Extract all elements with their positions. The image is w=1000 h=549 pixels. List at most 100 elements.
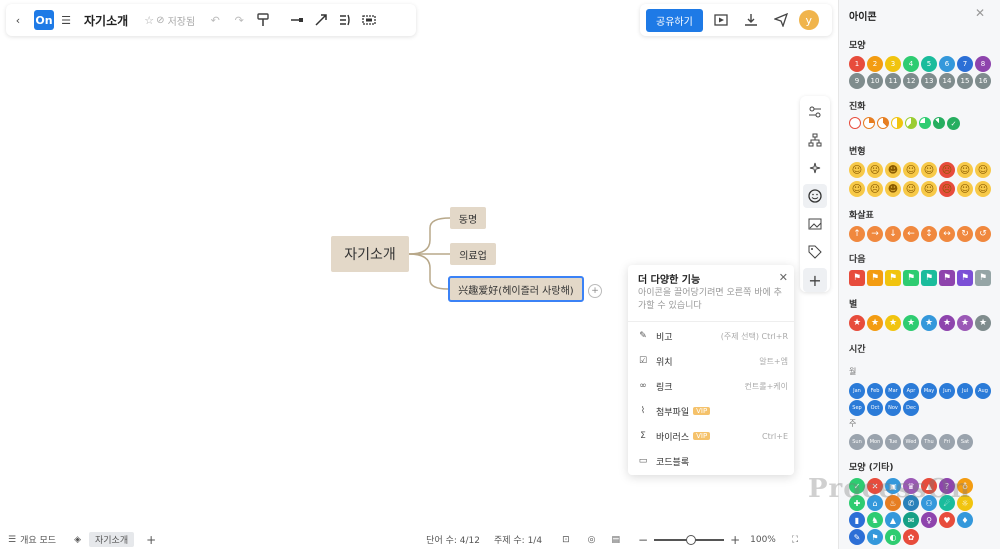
fit-icon[interactable]: ⊡ — [562, 535, 570, 545]
arrow-icon[interactable]: ← — [903, 226, 919, 242]
arrow-icon[interactable]: ↔ — [939, 226, 955, 242]
misc-icon[interactable]: ▮ — [849, 512, 865, 528]
arrow-icon[interactable]: → — [867, 226, 883, 242]
face-icon[interactable]: ☺ — [957, 181, 973, 197]
misc-icon[interactable]: ◐ — [885, 529, 901, 545]
progress-25-icon[interactable] — [863, 117, 875, 129]
month-sep-icon[interactable]: Sep — [849, 400, 865, 416]
face-icon[interactable]: ☺ — [975, 181, 991, 197]
child-topic[interactable]: 동명 — [450, 207, 486, 229]
flag-icon[interactable]: ⚑ — [975, 270, 991, 286]
arrow-icon[interactable]: ↑ — [849, 226, 865, 242]
outline-icon[interactable]: ☰ — [8, 535, 16, 545]
misc-icon[interactable]: ▲ — [885, 512, 901, 528]
number-2-icon[interactable]: 2 — [867, 56, 883, 72]
number-9-icon[interactable]: 9 — [849, 73, 865, 89]
weekday-wed-icon[interactable]: Wed — [903, 434, 919, 450]
zoom-slider[interactable] — [654, 534, 725, 545]
zoom-in-icon[interactable]: + — [730, 533, 740, 547]
style-settings-icon[interactable] — [803, 100, 827, 124]
zoom-slider-knob[interactable] — [685, 534, 696, 545]
month-may-icon[interactable]: May — [921, 383, 937, 399]
tag-icon[interactable] — [803, 240, 827, 264]
number-16-icon[interactable]: 16 — [975, 73, 991, 89]
month-jul-icon[interactable]: Jul — [957, 383, 973, 399]
face-icon[interactable]: ☻ — [885, 162, 901, 178]
star-icon[interactable]: ★ — [849, 315, 865, 331]
flag-icon[interactable]: ⚑ — [939, 270, 955, 286]
star-icon[interactable]: ★ — [921, 315, 937, 331]
child-topic[interactable]: 의료업 — [450, 243, 496, 265]
number-14-icon[interactable]: 14 — [939, 73, 955, 89]
flag-icon[interactable]: ⚑ — [921, 270, 937, 286]
face-icon[interactable]: ☹ — [867, 162, 883, 178]
weekday-fri-icon[interactable]: Fri — [939, 434, 955, 450]
misc-icon[interactable]: ♞ — [867, 512, 883, 528]
popover-item-position[interactable]: ☑ 위치 알트+엠 — [636, 352, 788, 370]
face-icon[interactable]: ☺ — [903, 181, 919, 197]
month-jun-icon[interactable]: Jun — [939, 383, 955, 399]
close-icon[interactable]: ✕ — [779, 271, 788, 284]
month-feb-icon[interactable]: Feb — [867, 383, 883, 399]
zoom-out-icon[interactable]: − — [638, 533, 648, 547]
fullscreen-icon[interactable]: ⛶ — [792, 535, 798, 545]
child-topic-selected[interactable]: 兴趣爱好(헤이즐러 사랑해) — [448, 276, 584, 302]
progress-50-icon[interactable] — [891, 117, 903, 129]
weekday-thu-icon[interactable]: Thu — [921, 434, 937, 450]
month-jan-icon[interactable]: Jan — [849, 383, 865, 399]
number-13-icon[interactable]: 13 — [921, 73, 937, 89]
progress-37-icon[interactable] — [877, 117, 889, 129]
misc-icon[interactable]: ♥ — [939, 512, 955, 528]
number-4-icon[interactable]: 4 — [903, 56, 919, 72]
weekday-tue-icon[interactable]: Tue — [885, 434, 901, 450]
face-icon[interactable]: ☺ — [903, 162, 919, 178]
popover-item-note[interactable]: ✎ 비고 (주제 선택) Ctrl+R — [636, 327, 788, 345]
face-icon[interactable]: ☺ — [957, 162, 973, 178]
star-icon[interactable]: ★ — [939, 315, 955, 331]
layers-icon[interactable]: ◈ — [74, 535, 81, 545]
weekday-sun-icon[interactable]: Sun — [849, 434, 865, 450]
face-icon[interactable]: ☺ — [921, 181, 937, 197]
flag-icon[interactable]: ⚑ — [849, 270, 865, 286]
misc-icon[interactable]: ✿ — [903, 529, 919, 545]
popover-item-codeblock[interactable]: ▭ 코드블록 — [636, 452, 788, 470]
misc-icon[interactable]: ✉ — [903, 512, 919, 528]
arrow-icon[interactable]: ↻ — [957, 226, 973, 242]
number-5-icon[interactable]: 5 — [921, 56, 937, 72]
magic-icon[interactable] — [803, 156, 827, 180]
face-icon[interactable]: ☺ — [975, 162, 991, 178]
misc-icon[interactable]: ⚑ — [867, 529, 883, 545]
progress-75-icon[interactable] — [919, 117, 931, 129]
flag-icon[interactable]: ⚑ — [885, 270, 901, 286]
close-icon[interactable]: ✕ — [975, 6, 985, 20]
arrow-icon[interactable]: ↺ — [975, 226, 991, 242]
emoji-icon[interactable] — [803, 184, 827, 208]
number-15-icon[interactable]: 15 — [957, 73, 973, 89]
focus-icon[interactable]: ◎ — [588, 535, 596, 545]
popover-item-link[interactable]: ∞ 링크 컨트롤+케이 — [636, 377, 788, 395]
month-oct-icon[interactable]: Oct — [867, 400, 883, 416]
face-icon[interactable]: ☺ — [921, 162, 937, 178]
flag-icon[interactable]: ⚑ — [867, 270, 883, 286]
progress-0-icon[interactable] — [849, 117, 861, 129]
number-12-icon[interactable]: 12 — [903, 73, 919, 89]
month-nov-icon[interactable]: Nov — [885, 400, 901, 416]
star-icon[interactable]: ★ — [975, 315, 991, 331]
star-icon[interactable]: ★ — [885, 315, 901, 331]
misc-icon[interactable]: ♦ — [957, 512, 973, 528]
misc-icon[interactable]: ♀ — [921, 512, 937, 528]
month-dec-icon[interactable]: Dec — [903, 400, 919, 416]
popover-item-attachment[interactable]: ⌇ 첨부파일 VIP — [636, 402, 788, 420]
structure-icon[interactable] — [803, 128, 827, 152]
plus-icon[interactable]: + — [803, 268, 827, 292]
face-icon[interactable]: ☺ — [849, 181, 865, 197]
progress-87-icon[interactable] — [933, 117, 945, 129]
sheet-tab[interactable]: 자기소개 — [88, 532, 135, 547]
month-mar-icon[interactable]: Mar — [885, 383, 901, 399]
number-8-icon[interactable]: 8 — [975, 56, 991, 72]
star-icon[interactable]: ★ — [957, 315, 973, 331]
progress-62-icon[interactable] — [905, 117, 917, 129]
month-apr-icon[interactable]: Apr — [903, 383, 919, 399]
month-aug-icon[interactable]: Aug — [975, 383, 991, 399]
face-icon[interactable]: ☻ — [885, 181, 901, 197]
